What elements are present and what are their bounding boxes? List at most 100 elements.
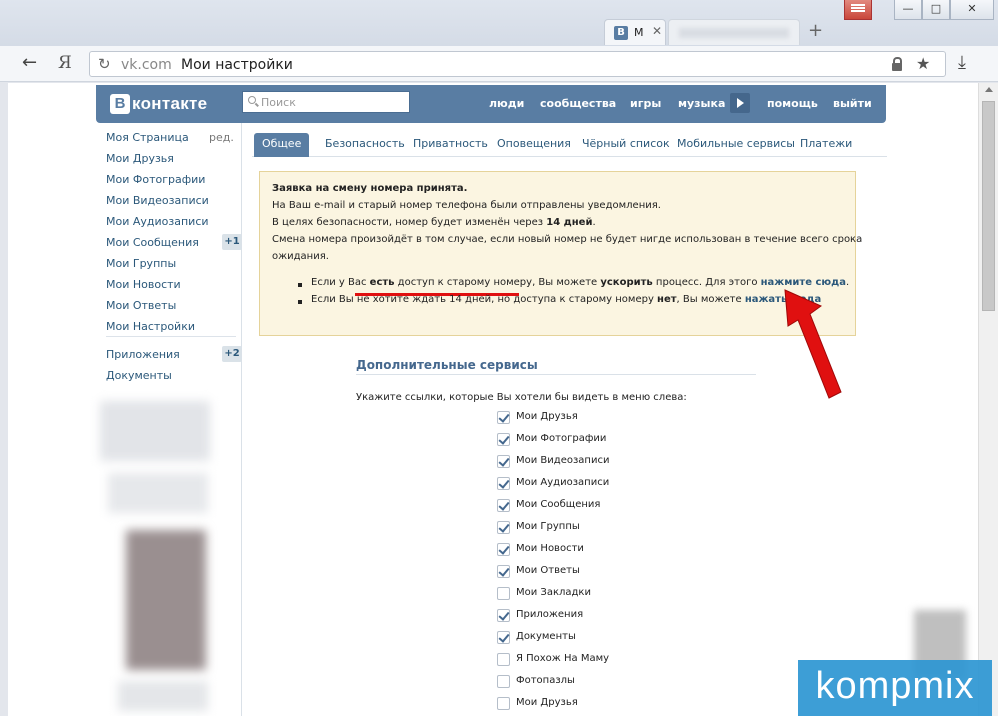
scrollbar-thumb[interactable]	[982, 101, 995, 311]
download-icon[interactable]: ⤓	[958, 52, 966, 73]
notice-bullet-1: Если у Вас есть доступ к старому номеру,…	[311, 277, 850, 288]
minimize-button[interactable]: —	[894, 0, 922, 20]
left-menu-item[interactable]: Мои Новости	[106, 278, 181, 291]
bookmark-star-icon[interactable]: ★	[916, 54, 930, 73]
settings-content: Общее Безопасность Приватность Оповещени…	[241, 123, 894, 716]
menu-icon	[851, 4, 865, 6]
checkbox[interactable]	[497, 411, 510, 424]
messages-badge[interactable]: +1	[222, 234, 242, 250]
url-domain: vk.com	[121, 57, 172, 73]
checkbox-label: Документы	[516, 631, 576, 642]
checkbox-label: Мои Закладки	[516, 587, 591, 598]
watermark-logo: kompmix	[798, 660, 992, 716]
tab-security[interactable]: Безопасность	[325, 133, 405, 157]
search-placeholder: Поиск	[261, 96, 296, 109]
left-menu-item[interactable]: Приложения	[106, 348, 180, 361]
blurred-ad	[118, 681, 208, 711]
services-hint: Укажите ссылки, которые Вы хотели бы вид…	[356, 392, 687, 403]
maximize-button[interactable]: □	[922, 0, 950, 20]
tab-payments[interactable]: Платежи	[800, 133, 852, 157]
blurred-tab-title	[679, 28, 789, 38]
tab-privacy[interactable]: Приватность	[413, 133, 488, 157]
phone-change-notice: Заявка на смену номера принята. На Ваш e…	[259, 171, 862, 336]
back-button[interactable]: ←	[22, 52, 37, 73]
search-input[interactable]: Поиск	[242, 91, 410, 113]
tab-close-icon[interactable]: ✕	[652, 24, 662, 38]
search-icon	[248, 96, 256, 104]
checkbox[interactable]	[497, 543, 510, 556]
left-menu-item[interactable]: Моя Страница	[106, 131, 189, 144]
tab-mobile[interactable]: Мобильные сервисы	[677, 133, 795, 157]
left-menu-item[interactable]: Мои Сообщения	[106, 236, 199, 249]
checkbox[interactable]	[497, 609, 510, 622]
checkbox[interactable]	[497, 587, 510, 600]
vk-logo-text: контакте	[132, 94, 208, 113]
checkbox-label: Фотопазлы	[516, 675, 575, 686]
notice-line: На Ваш e-mail и старый номер телефона бы…	[272, 200, 661, 211]
checkbox[interactable]	[497, 455, 510, 468]
page-viewport: В контакте Поиск люди сообщества игры му…	[8, 83, 978, 716]
play-icon[interactable]	[730, 93, 750, 113]
notice-line: В целях безопасности, номер будет изменё…	[272, 217, 596, 228]
edit-link[interactable]: ред.	[209, 131, 234, 144]
notice-title: Заявка на смену номера принята.	[272, 183, 468, 194]
yandex-button[interactable]: Я	[58, 53, 72, 73]
browser-menu-button[interactable]	[844, 0, 872, 20]
title-bar: В М ✕ + — □ ✕	[0, 0, 998, 46]
settings-tabs: Общее Безопасность Приватность Оповещени…	[252, 133, 887, 157]
checkbox[interactable]	[497, 477, 510, 490]
left-menu-item[interactable]: Мои Ответы	[106, 299, 176, 312]
nav-music[interactable]: музыка	[678, 97, 725, 110]
close-window-button[interactable]: ✕	[950, 0, 994, 20]
checkbox[interactable]	[497, 653, 510, 666]
checkbox[interactable]	[497, 675, 510, 688]
left-menu-item[interactable]: Мои Фотографии	[106, 173, 205, 186]
tab-blacklist[interactable]: Чёрный список	[582, 133, 670, 157]
left-menu-item[interactable]: Мои Аудиозаписи	[106, 215, 209, 228]
checkbox[interactable]	[497, 499, 510, 512]
checkbox-label: Мои Ответы	[516, 565, 580, 576]
left-menu-item[interactable]: Мои Группы	[106, 257, 176, 270]
vk-logo[interactable]: В контакте	[110, 93, 207, 115]
checkbox-label: Мои Аудиозаписи	[516, 477, 610, 488]
address-bar[interactable]: ↻ vk.com Мои настройки ★	[89, 51, 946, 77]
browser-toolbar: ← Я ↻ vk.com Мои настройки ★ ⤓	[0, 46, 998, 82]
nav-people[interactable]: люди	[489, 97, 524, 110]
nav-games[interactable]: игры	[630, 97, 661, 110]
apps-badge[interactable]: +2	[222, 346, 242, 362]
new-tab-button[interactable]: +	[808, 20, 823, 41]
tab-inactive[interactable]	[668, 19, 800, 45]
checkbox-label: Мои Друзья	[516, 697, 578, 708]
checkbox[interactable]	[497, 521, 510, 534]
speed-up-link[interactable]: нажмите сюда	[761, 277, 846, 288]
left-menu-item[interactable]: Мои Друзья	[106, 152, 174, 165]
notice-line: ожидания.	[272, 251, 329, 262]
tab-general[interactable]: Общее	[254, 133, 310, 157]
checkbox[interactable]	[497, 697, 510, 710]
checkbox-label: Приложения	[516, 609, 584, 620]
left-menu-item[interactable]: Мои Настройки	[106, 320, 195, 333]
tab-notifications[interactable]: Оповещения	[497, 133, 571, 157]
nav-communities[interactable]: сообщества	[540, 97, 616, 110]
blurred-ad-image	[126, 530, 206, 670]
reload-icon[interactable]: ↻	[98, 55, 111, 73]
checkbox-label: Мои Фотографии	[516, 433, 607, 444]
blurred-ad	[100, 401, 210, 461]
left-menu-item[interactable]: Документы	[106, 369, 172, 382]
lock-icon[interactable]	[892, 57, 902, 71]
vk-favicon-icon: В	[614, 26, 628, 40]
checkbox-label: Мои Друзья	[516, 411, 578, 422]
tab-active[interactable]: В М ✕	[604, 19, 666, 45]
vk-header: В контакте Поиск люди сообщества игры му…	[96, 85, 886, 123]
checkbox[interactable]	[497, 631, 510, 644]
checkbox[interactable]	[497, 433, 510, 446]
vertical-scrollbar[interactable]	[978, 83, 998, 716]
scroll-up-icon[interactable]	[985, 87, 993, 92]
left-menu-item[interactable]: Мои Видеозаписи	[106, 194, 209, 207]
checkbox[interactable]	[497, 565, 510, 578]
nav-logout[interactable]: выйти	[833, 97, 872, 110]
checkbox-label: Мои Видеозаписи	[516, 455, 610, 466]
url-page-title: Мои настройки	[181, 57, 293, 73]
nav-help[interactable]: помощь	[767, 97, 818, 110]
bullet	[298, 283, 302, 287]
